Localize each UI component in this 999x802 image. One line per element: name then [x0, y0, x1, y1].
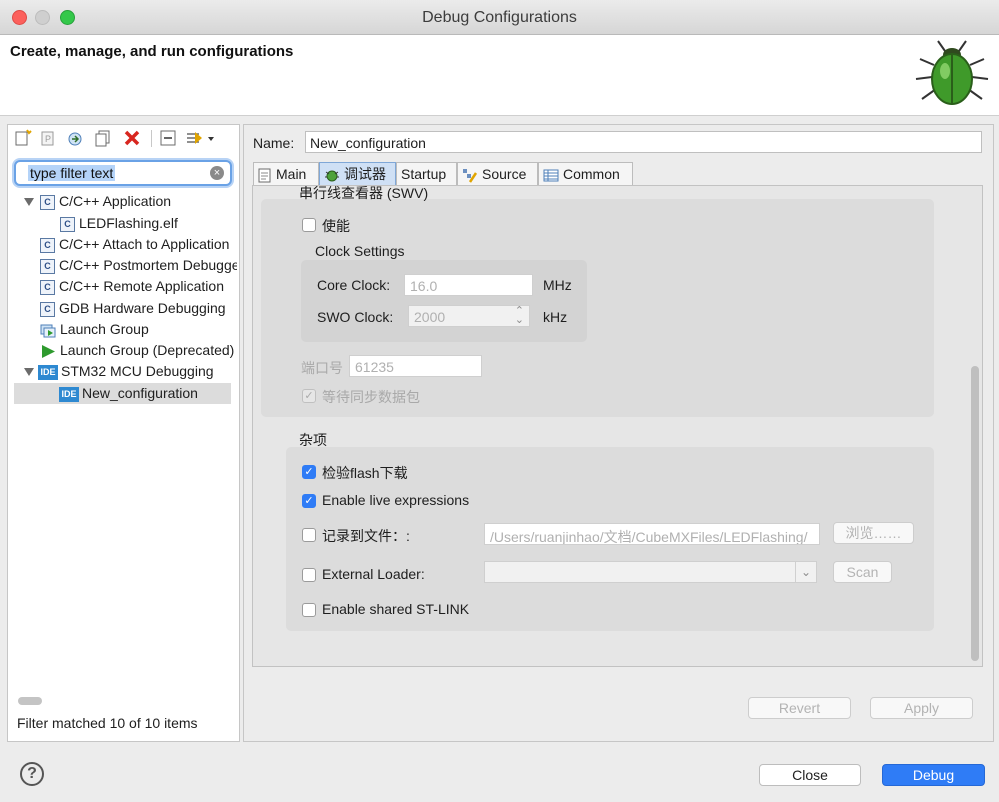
- tab-debugger[interactable]: 调试器: [319, 162, 396, 186]
- delete-icon[interactable]: [123, 129, 141, 147]
- c-launch-icon: C: [40, 237, 55, 253]
- expand-arrow-icon[interactable]: [24, 198, 34, 206]
- chevron-down-icon: ⌄: [795, 562, 816, 582]
- debug-button[interactable]: Debug: [882, 764, 985, 786]
- name-label: Name:: [253, 135, 295, 151]
- c-launch-icon: C: [40, 194, 55, 210]
- revert-button[interactable]: Revert: [748, 697, 851, 719]
- c-launch-icon: C: [40, 279, 55, 295]
- horizontal-scrollbar[interactable]: [18, 697, 42, 705]
- main-tab-icon: [258, 168, 271, 183]
- tree-item-cpp-attach[interactable]: C C/C++ Attach to Application: [8, 234, 237, 255]
- help-icon[interactable]: ?: [20, 762, 44, 786]
- ide-icon: IDE: [59, 386, 79, 402]
- source-tab-icon: [463, 168, 478, 183]
- tree-item-gdb-hardware[interactable]: C GDB Hardware Debugging: [8, 298, 237, 319]
- configuration-editor-panel: Name: New_configuration Main 调试器 Startup…: [243, 124, 994, 742]
- shared-stlink-label: Enable shared ST-LINK: [322, 601, 470, 617]
- bug-icon: [915, 40, 989, 105]
- external-loader-select[interactable]: ⌄: [484, 561, 817, 583]
- log-to-file-checkbox[interactable]: [302, 528, 316, 542]
- tab-main[interactable]: Main: [253, 162, 319, 186]
- port-label: 端口号: [301, 360, 343, 376]
- tree-item-new-configuration[interactable]: IDE New_configuration: [14, 383, 231, 404]
- core-clock-unit: MHz: [543, 277, 572, 293]
- port-input[interactable]: 61235: [349, 355, 482, 377]
- live-expressions-checkbox[interactable]: ✓: [302, 494, 316, 508]
- close-button[interactable]: Close: [759, 764, 861, 786]
- tree-item-ledflashing[interactable]: C LEDFlashing.elf: [8, 213, 237, 234]
- c-launch-icon: C: [40, 258, 55, 274]
- verify-flash-checkbox[interactable]: ✓: [302, 465, 316, 479]
- verify-flash-label: 检验flash下载: [322, 465, 408, 481]
- window-title: Debug Configurations: [422, 9, 577, 26]
- tree-item-launch-group[interactable]: Launch Group: [8, 319, 237, 340]
- external-loader-label: External Loader:: [322, 566, 425, 582]
- log-file-path-input[interactable]: /Users/ruanjinhao/文档/CubeMXFiles/LEDFlas…: [484, 523, 820, 545]
- ide-icon: IDE: [38, 364, 58, 380]
- launch-group-icon: [40, 324, 56, 338]
- filter-placeholder: type filter text: [28, 165, 116, 181]
- title-bar: Debug Configurations: [0, 0, 999, 35]
- scan-button[interactable]: Scan: [833, 561, 892, 583]
- tree-item-cpp-application[interactable]: C C/C++ Application: [8, 191, 237, 212]
- collapse-all-icon[interactable]: [159, 129, 177, 147]
- tree-item-launch-group-deprecated[interactable]: Launch Group (Deprecated): [8, 340, 237, 361]
- swv-enable-label: 使能: [322, 218, 350, 234]
- swo-clock-unit: kHz: [543, 309, 568, 325]
- c-launch-icon: C: [60, 216, 75, 232]
- log-to-file-label: 记录到文件：:: [322, 528, 410, 544]
- swv-enable-checkbox[interactable]: [302, 218, 316, 232]
- dialog-header: Create, manage, and run configurations: [0, 35, 999, 116]
- clear-filter-icon[interactable]: ×: [210, 166, 224, 180]
- stepper-arrows-icon: ⌃ ⌄: [514, 305, 524, 326]
- tab-source[interactable]: Source: [457, 162, 538, 186]
- expand-arrow-icon[interactable]: [24, 368, 34, 376]
- tree-item-stm32-debugging[interactable]: IDE STM32 MCU Debugging: [8, 361, 237, 382]
- browse-button[interactable]: 浏览……: [833, 522, 914, 544]
- live-expressions-label: Enable live expressions: [322, 492, 470, 508]
- swv-group-title: 串行线查看器 (SWV): [299, 185, 429, 201]
- toolbar-divider: [151, 130, 152, 147]
- tab-common[interactable]: Common: [538, 162, 633, 186]
- core-clock-label: Core Clock:: [317, 277, 391, 293]
- filter-status: Filter matched 10 of 10 items: [17, 715, 198, 731]
- debugger-tab-icon: [325, 170, 339, 182]
- tree-item-cpp-remote[interactable]: C C/C++ Remote Application: [8, 276, 237, 297]
- vertical-scrollbar[interactable]: [971, 366, 979, 661]
- svg-text:P: P: [45, 134, 51, 144]
- tree-item-cpp-postmortem[interactable]: C C/C++ Postmortem Debugger: [8, 255, 237, 276]
- new-configuration-icon[interactable]: [14, 129, 32, 147]
- common-tab-icon: [543, 169, 559, 182]
- external-loader-checkbox[interactable]: [302, 568, 316, 582]
- tab-startup[interactable]: Startup: [396, 162, 457, 186]
- wait-sync-checkbox[interactable]: ✓: [302, 389, 316, 403]
- debugger-tab-content: 串行线查看器 (SWV) 使能 Clock Settings Core Cloc…: [252, 185, 983, 667]
- header-title: Create, manage, and run configurations: [10, 43, 294, 60]
- swo-clock-label: SWO Clock:: [317, 309, 394, 325]
- play-icon: [42, 344, 55, 358]
- duplicate-icon[interactable]: [94, 129, 112, 147]
- filter-menu-icon[interactable]: [185, 129, 217, 147]
- shared-stlink-checkbox[interactable]: [302, 603, 316, 617]
- wait-sync-label: 等待同步数据包: [322, 389, 420, 405]
- c-launch-icon: C: [40, 301, 55, 317]
- export-configuration-icon[interactable]: [66, 129, 84, 147]
- configuration-list-panel: P type filter text × C C/C++ Application …: [7, 124, 240, 742]
- configuration-name-input[interactable]: New_configuration: [305, 131, 982, 153]
- filter-input[interactable]: type filter text ×: [14, 160, 232, 186]
- clock-settings-group: [301, 260, 587, 342]
- clock-settings-title: Clock Settings: [315, 243, 405, 259]
- apply-button[interactable]: Apply: [870, 697, 973, 719]
- new-prototype-icon[interactable]: P: [40, 129, 58, 147]
- swo-clock-select[interactable]: 2000 ⌃ ⌄: [408, 305, 530, 327]
- core-clock-input[interactable]: 16.0: [404, 274, 533, 296]
